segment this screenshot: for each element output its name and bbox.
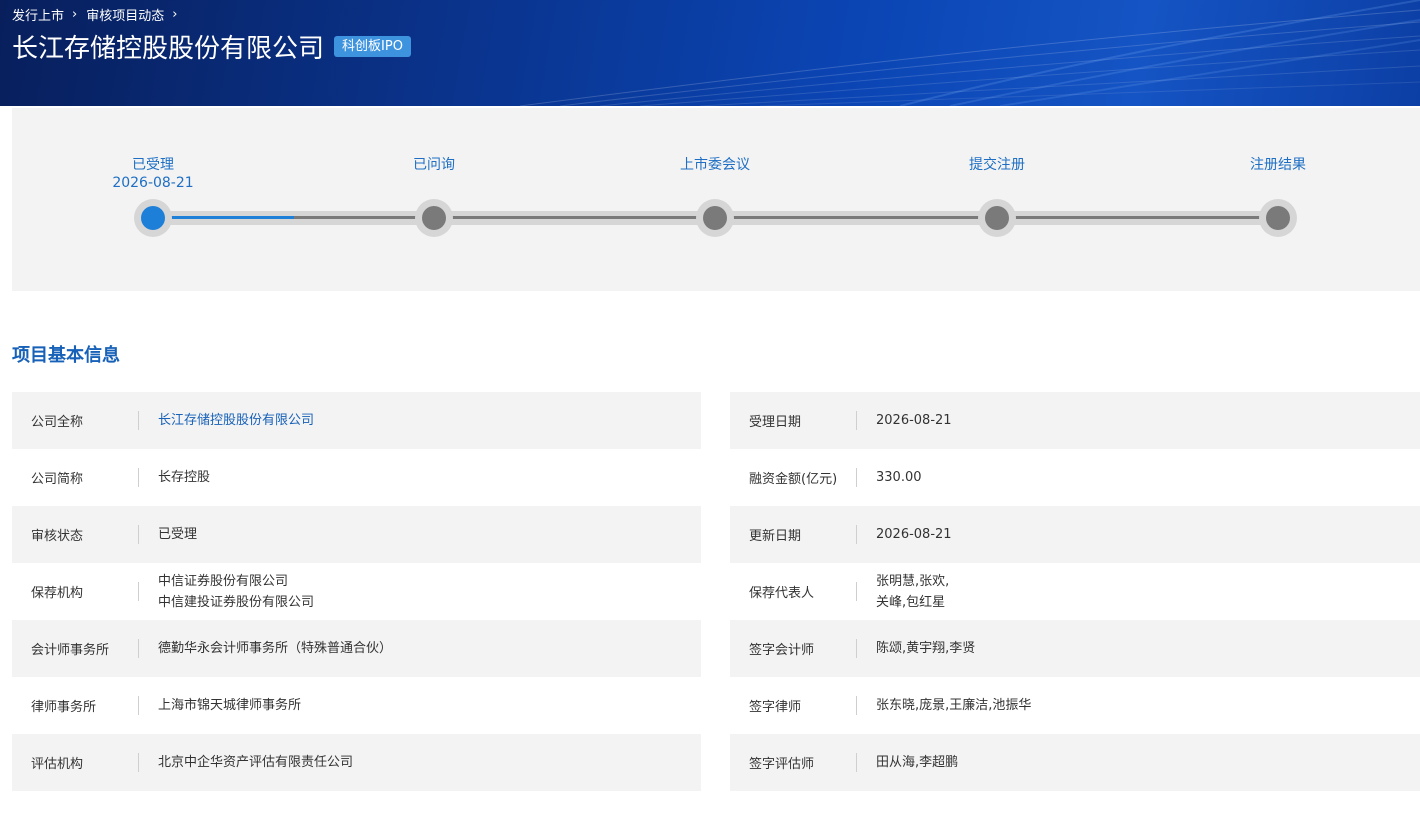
info-value: 上海市锦天城律师事务所 [139, 695, 301, 716]
info-value: 已受理 [139, 524, 197, 545]
info-cell-right: 签字评估师 田从海,李超鹏 [730, 734, 1420, 791]
info-cell-left: 评估机构 北京中企华资产评估有限责任公司 [12, 734, 701, 791]
info-label: 融资金额(亿元) [730, 449, 857, 506]
info-cell-right: 融资金额(亿元) 330.00 [730, 449, 1420, 506]
info-cell-right: 更新日期 2026-08-21 [730, 506, 1420, 563]
step-label-accepted: 已受理 2026-08-21 [73, 156, 233, 192]
info-cell-left: 审核状态 已受理 [12, 506, 701, 563]
info-row: 保荐机构 中信证券股份有限公司 中信建投证券股份有限公司 保荐代表人 张明慧,张欢, 关峰… [12, 563, 1420, 620]
info-value-line: 上海市锦天城律师事务所 [158, 698, 302, 713]
company-fullname-link[interactable]: 长江存储控股股份有限公司 [139, 410, 314, 431]
step-label-registration-result: 注册结果 [1198, 156, 1358, 174]
info-cell-left: 律师事务所 上海市锦天城律师事务所 [12, 677, 701, 734]
step-dot [422, 206, 446, 230]
info-value: 陈颂,黄宇翔,李贤 [857, 638, 975, 659]
info-value-line: 德勤华永会计师事务所（特殊普通合伙） [158, 641, 393, 656]
info-value: 2026-08-21 [857, 524, 952, 545]
info-label: 签字会计师 [730, 620, 857, 677]
info-value: 北京中企华资产评估有限责任公司 [139, 752, 353, 773]
progress-fill [153, 216, 294, 219]
info-cell-right: 保荐代表人 张明慧,张欢, 关峰,包红星 [730, 563, 1420, 620]
info-value: 田从海,李超鹏 [857, 752, 958, 773]
board-badge: 科创板IPO [334, 36, 411, 57]
review-progress-panel: 已受理 2026-08-21 已问询 上市委会议 提交注册 注册结果 [12, 108, 1420, 291]
info-value-line: 北京中企华资产评估有限责任公司 [158, 755, 354, 770]
info-row: 审核状态 已受理 更新日期 2026-08-21 [12, 506, 1420, 563]
info-value-line: 关峰,包红星 [876, 594, 946, 610]
breadcrumb-item-review-dynamics[interactable]: 审核项目动态 [86, 5, 164, 24]
info-value-line: 330.00 [876, 470, 922, 485]
chevron-right-icon: › [172, 7, 178, 22]
step-label-registration-submitted: 提交注册 [917, 156, 1077, 174]
breadcrumb: 发行上市 › 审核项目动态 › [12, 5, 186, 24]
info-row: 公司全称 长江存储控股股份有限公司 受理日期 2026-08-21 [12, 392, 1420, 449]
info-value-line: 张东晓,庞景,王廉洁,池振华 [876, 698, 1032, 713]
info-cell-left: 公司全称 长江存储控股股份有限公司 [12, 392, 701, 449]
step-label-committee: 上市委会议 [635, 156, 795, 174]
step-node-inquired [415, 199, 453, 237]
step-dot [985, 206, 1009, 230]
step-name: 上市委会议 [680, 157, 750, 173]
info-label: 更新日期 [730, 506, 857, 563]
step-date: 2026-08-21 [112, 175, 194, 191]
info-label: 会计师事务所 [12, 620, 139, 677]
step-node-registration-result [1259, 199, 1297, 237]
info-cell-right: 受理日期 2026-08-21 [730, 392, 1420, 449]
info-value-line: 陈颂,黄宇翔,李贤 [876, 641, 976, 656]
page-title: 长江存储控股股份有限公司 [12, 34, 325, 64]
info-cell-left: 公司简称 长存控股 [12, 449, 701, 506]
info-value: 德勤华永会计师事务所（特殊普通合伙） [139, 638, 392, 659]
step-name: 已受理 [132, 157, 174, 173]
info-value-line: 已受理 [158, 527, 198, 542]
info-value: 中信证券股份有限公司中信建投证券股份有限公司 [139, 571, 314, 613]
info-label: 保荐机构 [12, 563, 139, 620]
info-cell-left: 会计师事务所 德勤华永会计师事务所（特殊普通合伙） [12, 620, 701, 677]
step-node-accepted [134, 199, 172, 237]
breadcrumb-item-listing[interactable]: 发行上市 [12, 5, 64, 24]
project-info-table: 公司全称 长江存储控股股份有限公司 受理日期 2026-08-21 公司简称 长存控股 融资… [12, 392, 1420, 791]
page-banner: 发行上市 › 审核项目动态 › 长江存储控股股份有限公司 科创板IPO [0, 0, 1420, 106]
info-label: 评估机构 [12, 734, 139, 791]
step-name: 提交注册 [969, 157, 1025, 173]
info-label: 审核状态 [12, 506, 139, 563]
section-title: 项目基本信息 [12, 345, 120, 366]
info-label: 受理日期 [730, 392, 857, 449]
info-cell-right: 签字会计师 陈颂,黄宇翔,李贤 [730, 620, 1420, 677]
info-value-line: 2026-08-21 [876, 527, 952, 542]
info-value: 长存控股 [139, 467, 210, 488]
info-value-line: 中信建投证券股份有限公司 [158, 594, 315, 610]
info-value-line: 2026-08-21 [876, 413, 952, 428]
info-label: 律师事务所 [12, 677, 139, 734]
info-row: 评估机构 北京中企华资产评估有限责任公司 签字评估师 田从海,李超鹏 [12, 734, 1420, 791]
info-value: 330.00 [857, 467, 922, 488]
info-value-line: 长江存储控股股份有限公司 [158, 413, 315, 428]
step-name: 已问询 [413, 157, 455, 173]
info-label: 签字律师 [730, 677, 857, 734]
step-name: 注册结果 [1250, 157, 1306, 173]
info-label: 公司简称 [12, 449, 139, 506]
info-label: 保荐代表人 [730, 563, 857, 620]
step-dot [703, 206, 727, 230]
step-node-registration-submitted [978, 199, 1016, 237]
info-label: 公司全称 [12, 392, 139, 449]
info-value: 张明慧,张欢, 关峰,包红星 [857, 571, 949, 613]
chevron-right-icon: › [72, 7, 78, 22]
info-value-line: 田从海,李超鹏 [876, 755, 959, 770]
info-cell-right: 签字律师 张东晓,庞景,王廉洁,池振华 [730, 677, 1420, 734]
info-cell-left: 保荐机构 中信证券股份有限公司 中信建投证券股份有限公司 [12, 563, 701, 620]
info-value-line: 张明慧,张欢, [876, 573, 950, 589]
step-dot [141, 206, 165, 230]
title-row: 长江存储控股股份有限公司 科创板IPO [12, 28, 411, 65]
info-value-line: 长存控股 [158, 470, 211, 485]
step-dot [1266, 206, 1290, 230]
info-value-line: 中信证券股份有限公司 [158, 573, 289, 589]
info-value: 2026-08-21 [857, 410, 952, 431]
info-row: 会计师事务所 德勤华永会计师事务所（特殊普通合伙） 签字会计师 陈颂,黄宇翔,李贤 [12, 620, 1420, 677]
info-label: 签字评估师 [730, 734, 857, 791]
info-value: 张东晓,庞景,王廉洁,池振华 [857, 695, 1031, 716]
step-label-inquired: 已问询 [354, 156, 514, 174]
info-row: 公司简称 长存控股 融资金额(亿元) 330.00 [12, 449, 1420, 506]
info-row: 律师事务所 上海市锦天城律师事务所 签字律师 张东晓,庞景,王廉洁,池振华 [12, 677, 1420, 734]
step-node-committee [696, 199, 734, 237]
